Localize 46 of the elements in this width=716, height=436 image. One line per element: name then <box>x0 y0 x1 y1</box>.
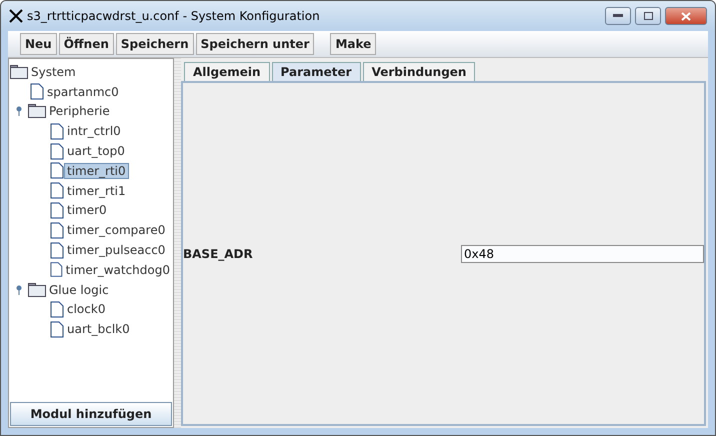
document-icon <box>50 222 64 239</box>
tree-item[interactable]: intr_ctrl0 <box>64 123 124 140</box>
tree-item[interactable]: timer0 <box>64 202 110 218</box>
parameter-label: BASE_ADR <box>183 246 253 260</box>
minimize-button[interactable] <box>605 7 631 25</box>
toolbar-button[interactable]: Öffnen <box>58 33 114 55</box>
tab[interactable]: Allgemein <box>184 62 270 81</box>
tree-item[interactable]: timer_compare0 <box>64 222 168 238</box>
toolbar-button[interactable]: Speichern unter <box>196 33 314 55</box>
close-icon <box>681 12 691 20</box>
document-icon <box>50 320 64 338</box>
toolbar-button[interactable]: Make <box>330 33 376 55</box>
app-logo-icon <box>9 9 23 23</box>
close-button[interactable] <box>665 7 707 25</box>
document-icon <box>50 122 64 140</box>
document-icon <box>50 182 64 200</box>
tree-item[interactable]: clock0 <box>64 301 108 318</box>
tree-item[interactable]: System <box>28 64 79 80</box>
toolbar-button[interactable]: Neu <box>20 33 57 55</box>
document-icon <box>50 261 63 278</box>
tree-item[interactable]: timer_rti1 <box>64 182 129 199</box>
tab[interactable]: Verbindungen <box>362 62 476 81</box>
document-icon <box>50 142 64 160</box>
parameter-field[interactable]: 0x48 <box>461 244 704 262</box>
toolbar-button[interactable]: Speichern <box>116 33 194 55</box>
minimize-icon <box>613 14 623 18</box>
add-module-button[interactable]: Modul hinzufügen <box>10 402 172 426</box>
tree-item[interactable]: timer_rti0 <box>64 162 129 179</box>
document-icon <box>50 242 64 259</box>
document-icon <box>30 83 44 100</box>
tab[interactable]: Parameter <box>272 62 361 81</box>
tree-item[interactable]: spartanmc0 <box>44 84 122 100</box>
document-icon <box>50 300 64 318</box>
folder-icon <box>28 282 46 297</box>
tree-item[interactable]: uart_top0 <box>64 143 128 160</box>
tree-item[interactable]: timer_watchdog0 <box>62 262 173 278</box>
tree-item[interactable]: uart_bclk0 <box>64 321 133 338</box>
folder-icon <box>10 64 28 79</box>
maximize-icon <box>644 12 652 20</box>
tree-item[interactable]: Peripherie <box>46 103 113 120</box>
tree-item[interactable]: timer_pulseacc0 <box>64 242 168 258</box>
folder-icon <box>28 104 46 118</box>
document-icon <box>50 202 64 219</box>
tree-item[interactable]: Glue logic <box>46 282 112 298</box>
window-title: s3_rtrtticpacwdrst_u.conf - System Konfiguration <box>27 9 321 23</box>
maximize-button[interactable] <box>635 7 661 25</box>
